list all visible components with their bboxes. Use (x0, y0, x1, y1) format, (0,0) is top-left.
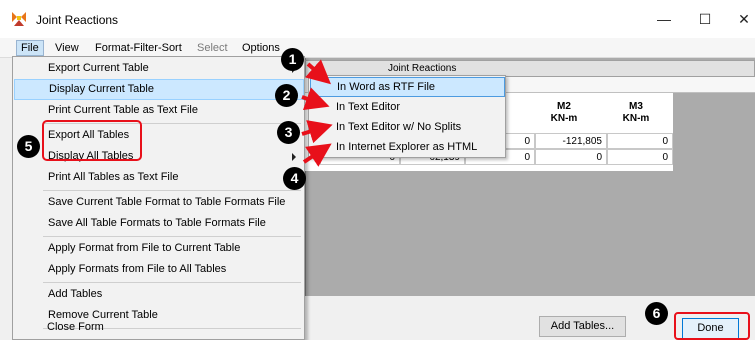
table-cell[interactable]: 0 (607, 133, 673, 149)
menu-item-close-form[interactable]: Close Form (13, 317, 303, 338)
menu-options[interactable]: Options (238, 40, 284, 56)
column-name: M2 (557, 101, 571, 112)
menu-item-display-current-table[interactable]: Display Current Table (14, 79, 304, 100)
menu-item-save-all-formats[interactable]: Save All Table Formats to Table Formats … (14, 213, 304, 234)
column-header-m3: M3 KN-m (600, 101, 672, 125)
menu-view[interactable]: View (51, 40, 83, 56)
close-button[interactable]: ✕ (729, 8, 755, 30)
menu-item-add-tables[interactable]: Add Tables (14, 284, 304, 305)
menu-item-label: Display Current Table (49, 83, 154, 95)
menu-bar: File View Format-Filter-Sort Select Opti… (0, 38, 755, 58)
menu-item-label: Export Current Table (48, 62, 149, 74)
column-unit: KN-m (622, 113, 650, 124)
column-unit: KN-m (550, 113, 578, 124)
menu-file[interactable]: File (16, 40, 44, 56)
submenu-item-word-rtf[interactable]: In Word as RTF File (310, 77, 505, 97)
title-bar: Joint Reactions — ☐ ✕ (0, 0, 755, 40)
table-cell[interactable]: 0 (607, 149, 673, 165)
menu-item-print-current-table[interactable]: Print Current Table as Text File (14, 100, 304, 121)
maximize-button[interactable]: ☐ (690, 8, 720, 30)
annotation-badge-5: 5 (17, 135, 40, 158)
menu-separator (43, 190, 301, 191)
submenu-item-text-editor[interactable]: In Text Editor (310, 97, 505, 117)
menu-item-export-current-table[interactable]: Export Current Table (14, 58, 304, 79)
add-tables-button[interactable]: Add Tables... (539, 316, 626, 337)
annotation-badge-1: 1 (281, 48, 304, 71)
annotation-badge-4: 4 (283, 167, 306, 190)
menu-format-filter-sort[interactable]: Format-Filter-Sort (91, 40, 186, 56)
annotation-badge-6: 6 (645, 302, 668, 325)
submenu-item-internet-explorer-html[interactable]: In Internet Explorer as HTML (310, 137, 505, 157)
column-name: M3 (629, 101, 643, 112)
menu-item-apply-format-current[interactable]: Apply Format from File to Current Table (14, 238, 304, 259)
menu-separator (43, 282, 301, 283)
minimize-button[interactable]: — (649, 8, 679, 30)
submenu-item-text-editor-no-splits[interactable]: In Text Editor w/ No Splits (310, 117, 505, 137)
display-submenu: In Word as RTF File In Text Editor In Te… (308, 75, 506, 158)
table-cell[interactable]: -121,805 (535, 133, 607, 149)
menu-item-save-current-format[interactable]: Save Current Table Format to Table Forma… (14, 192, 304, 213)
menu-item-print-all-tables[interactable]: Print All Tables as Text File (14, 167, 304, 188)
window-title: Joint Reactions (36, 13, 119, 27)
menu-select[interactable]: Select (193, 40, 232, 56)
app-logo-icon (12, 12, 26, 26)
annotation-badge-2: 2 (275, 84, 298, 107)
submenu-arrow-icon (292, 153, 296, 161)
annotation-badge-3: 3 (277, 121, 300, 144)
menu-separator (43, 236, 301, 237)
done-highlight-box (674, 312, 750, 340)
table-cell[interactable]: 0 (535, 149, 607, 165)
menu-item-apply-formats-all[interactable]: Apply Formats from File to All Tables (14, 259, 304, 280)
file-menu-dropdown: Export Current Table Display Current Tab… (12, 56, 305, 340)
all-tables-highlight-box (42, 120, 142, 161)
column-header-m2: M2 KN-m (528, 101, 600, 125)
